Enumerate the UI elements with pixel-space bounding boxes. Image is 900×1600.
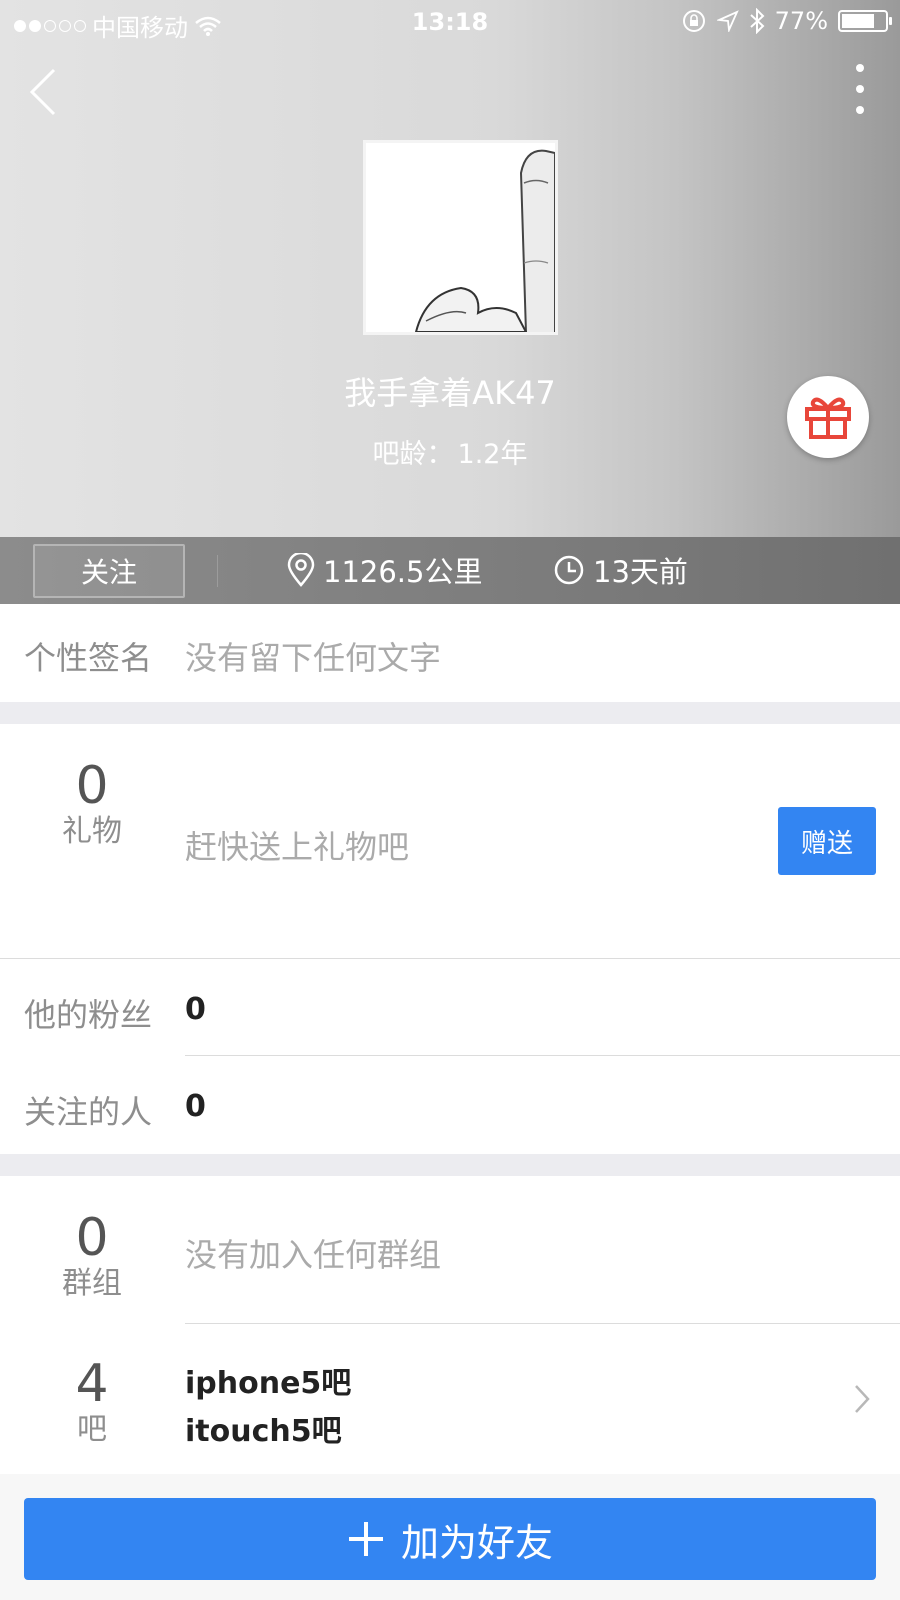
section-divider: [0, 702, 900, 724]
profile-header: 中国移动 13:18 77% 我手拿着AK47 吧龄： 1.2年: [0, 0, 900, 537]
bar-item: iphone5吧: [185, 1366, 352, 1401]
groups-hint: 没有加入任何群组: [185, 1236, 442, 1274]
bar-age: 吧龄： 1.2年: [0, 432, 900, 471]
more-vertical-icon: [856, 64, 864, 72]
plus-icon: [348, 1522, 383, 1556]
add-friend-label: 加为好友: [400, 1520, 553, 1565]
group-count: 0: [75, 1208, 109, 1268]
gift-icon: [805, 397, 851, 439]
signature-label: 个性签名: [24, 639, 153, 677]
location-pin-icon: [287, 553, 315, 587]
distance: 1126.5公里: [287, 549, 482, 591]
followed-bars-row[interactable]: 4 吧 iphone5吧 itouch5吧: [0, 1324, 900, 1472]
send-gift-action-button[interactable]: 赠送: [778, 807, 876, 875]
bar-count: 4: [75, 1354, 109, 1414]
bar-count-box: 4 吧: [22, 1356, 162, 1448]
bar-age-label: 吧龄：: [372, 439, 454, 470]
add-friend-button[interactable]: 加为好友: [24, 1498, 876, 1580]
following-count[interactable]: 0: [185, 1089, 206, 1124]
bar-item: itouch5吧: [185, 1414, 342, 1449]
chevron-left-icon: [29, 68, 56, 116]
avatar-image: [366, 143, 556, 334]
signature-value: 没有留下任何文字: [185, 639, 442, 677]
avatar[interactable]: [363, 140, 558, 335]
bar-label: 吧: [77, 1412, 107, 1447]
section-divider: [0, 1154, 900, 1176]
distance-value: 1126.5公里: [323, 555, 483, 589]
status-bar: 中国移动 13:18 77%: [0, 0, 900, 44]
last-active: 13天前: [553, 549, 688, 591]
fans-label: 他的粉丝: [24, 996, 153, 1034]
gift-count: 0: [75, 756, 109, 816]
group-count-box: 0 群组: [22, 1210, 162, 1302]
bluetooth-icon: [749, 8, 765, 34]
info-strip: 关注 1126.5公里 13天前: [0, 537, 900, 604]
location-arrow-icon: [716, 10, 739, 32]
divider: [0, 958, 900, 959]
bar-age-value: 1.2年: [457, 439, 528, 470]
follow-button[interactable]: 关注: [33, 544, 185, 598]
username: 我手拿着AK47: [344, 374, 556, 412]
chevron-right-icon: [855, 1385, 870, 1413]
last-active-value: 13天前: [593, 555, 688, 589]
strip-divider: [217, 555, 218, 587]
battery-percent: 77%: [774, 7, 828, 35]
more-options-button[interactable]: [848, 64, 872, 114]
battery-fill: [842, 14, 875, 28]
gift-count-box: 0 礼物: [22, 758, 162, 850]
group-label: 群组: [62, 1266, 122, 1301]
status-right: 77%: [681, 7, 892, 35]
send-gift-button[interactable]: [787, 376, 869, 458]
gift-label: 礼物: [62, 814, 122, 849]
gift-hint: 赶快送上礼物吧: [185, 828, 410, 866]
divider: [185, 1055, 900, 1056]
battery-icon: [838, 10, 892, 32]
rotation-lock-icon: [682, 10, 705, 32]
back-button[interactable]: [22, 62, 72, 122]
clock-icon: [554, 555, 584, 585]
following-label: 关注的人: [24, 1093, 153, 1131]
fans-count[interactable]: 0: [185, 992, 206, 1027]
